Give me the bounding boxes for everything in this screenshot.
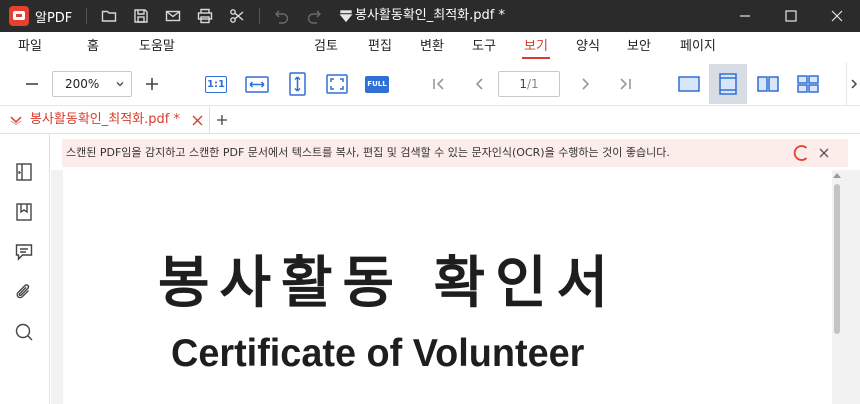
total-pages: /1	[526, 77, 539, 91]
fit-width-icon	[245, 75, 269, 93]
view-toolbar: 200% 1:1 FULL 1/1	[0, 62, 860, 106]
menu-file[interactable]: 파일	[18, 32, 42, 62]
fit-page-icon	[326, 74, 348, 94]
fit-page-button[interactable]	[324, 70, 350, 98]
plus-icon	[146, 78, 158, 90]
new-tab-icon[interactable]	[216, 114, 228, 126]
scissors-icon[interactable]	[221, 0, 253, 32]
document-viewport[interactable]: 봉사활동 확인서 Certificate of Volunteer	[51, 170, 860, 404]
fit-height-button[interactable]	[285, 70, 309, 98]
fit-width-button[interactable]	[244, 70, 270, 98]
single-page-icon	[678, 76, 700, 92]
actual-size-label: 1:1	[205, 75, 227, 93]
last-page-icon	[620, 78, 631, 90]
menu-tools[interactable]: 도구	[472, 32, 496, 62]
menu-convert[interactable]: 변환	[420, 32, 444, 62]
toolbar-scroll-right[interactable]	[846, 62, 860, 106]
window-controls	[722, 0, 860, 32]
minimize-button[interactable]	[722, 0, 768, 32]
thumbnails-panel-icon[interactable]	[13, 161, 35, 183]
close-window-button[interactable]	[814, 0, 860, 32]
minus-icon	[26, 83, 38, 85]
mail-icon[interactable]	[157, 0, 189, 32]
scrollbar-thumb[interactable]	[834, 184, 840, 334]
attachment-icon[interactable]	[13, 281, 35, 303]
full-screen-button[interactable]: FULL	[364, 70, 390, 98]
menu-security[interactable]: 보안	[627, 32, 651, 62]
chevron-down-icon	[116, 82, 124, 87]
two-page-layout-button[interactable]	[749, 64, 787, 104]
app-name: 알PDF	[35, 10, 73, 26]
titlebar-separator	[259, 8, 261, 24]
zoom-value: 200%	[65, 77, 100, 91]
zoom-out-button[interactable]	[22, 70, 42, 98]
vertical-scrollbar[interactable]	[832, 170, 842, 404]
chevron-left-icon	[475, 78, 483, 90]
document-tab[interactable]: 봉사활동확인_최적화.pdf *	[0, 106, 210, 134]
document-tab-label: 봉사활동확인_최적화.pdf *	[30, 112, 180, 127]
chevron-right-icon	[850, 79, 857, 89]
menu-home[interactable]: 홈	[87, 32, 99, 62]
page-number-field[interactable]: 1/1	[498, 71, 560, 97]
bookmark-icon[interactable]	[13, 201, 35, 223]
actual-size-button[interactable]: 1:1	[204, 70, 228, 98]
search-icon[interactable]	[13, 321, 35, 343]
document-tab-bar: 봉사활동확인_최적화.pdf *	[0, 106, 860, 134]
close-icon	[831, 10, 843, 22]
menu-review[interactable]: 검토	[314, 32, 338, 62]
last-page-button[interactable]	[616, 70, 634, 98]
zoom-select[interactable]: 200%	[52, 71, 132, 97]
grid-page-icon	[797, 75, 819, 93]
close-tab-icon[interactable]	[192, 115, 203, 126]
fit-height-icon	[288, 72, 306, 96]
close-notice-icon[interactable]	[819, 148, 829, 158]
first-page-icon	[433, 78, 444, 90]
menu-forms[interactable]: 양식	[576, 32, 600, 62]
ocr-notice-bar: 스캔된 PDF임을 감지하고 스캔한 PDF 문서에서 텍스트를 복사, 편집 …	[62, 139, 848, 167]
previous-page-button[interactable]	[471, 70, 489, 98]
title-bar: 알PDF 봉사활동확인_최적화.pdf *	[0, 0, 860, 32]
app-logo-icon	[9, 6, 29, 26]
chevron-right-icon	[582, 78, 590, 90]
continuous-page-icon	[719, 73, 737, 95]
two-page-icon	[757, 76, 779, 92]
comment-icon[interactable]	[13, 241, 35, 263]
menu-bar: 파일 홈 도움말 검토 편집 변환 도구 보기 양식 보안 페이지	[0, 32, 860, 62]
certificate-title-korean: 봉사활동 확인서	[158, 251, 619, 316]
pdf-page: 봉사활동 확인서 Certificate of Volunteer	[63, 170, 833, 404]
two-page-continuous-layout-button[interactable]	[789, 64, 827, 104]
menu-page[interactable]: 페이지	[680, 32, 716, 62]
first-page-button[interactable]	[430, 70, 448, 98]
folder-icon[interactable]	[93, 0, 125, 32]
certificate-title-english: Certificate of Volunteer	[171, 332, 585, 375]
menu-edit[interactable]: 편집	[368, 32, 392, 62]
maximize-icon	[785, 10, 797, 22]
maximize-button[interactable]	[768, 0, 814, 32]
scroll-up-arrow-icon[interactable]	[833, 173, 841, 178]
redo-icon[interactable]	[298, 0, 330, 32]
full-screen-label: FULL	[365, 75, 389, 93]
menu-view[interactable]: 보기	[522, 32, 550, 62]
current-page: 1	[519, 77, 527, 91]
chevron-down-icon[interactable]	[10, 116, 22, 125]
ocr-loading-icon[interactable]	[791, 143, 811, 163]
continuous-layout-button[interactable]	[709, 64, 747, 104]
next-page-button[interactable]	[576, 70, 594, 98]
minimize-icon	[740, 15, 750, 17]
ocr-notice-text: 스캔된 PDF임을 감지하고 스캔한 PDF 문서에서 텍스트를 복사, 편집 …	[66, 146, 670, 159]
print-icon[interactable]	[189, 0, 221, 32]
quick-menu-icon[interactable]	[330, 0, 362, 32]
zoom-in-button[interactable]	[142, 70, 162, 98]
menu-help[interactable]: 도움말	[139, 32, 175, 62]
left-sidebar	[0, 134, 50, 404]
save-icon[interactable]	[125, 0, 157, 32]
single-page-layout-button[interactable]	[670, 64, 708, 104]
titlebar-separator	[86, 8, 88, 24]
undo-icon[interactable]	[266, 0, 298, 32]
